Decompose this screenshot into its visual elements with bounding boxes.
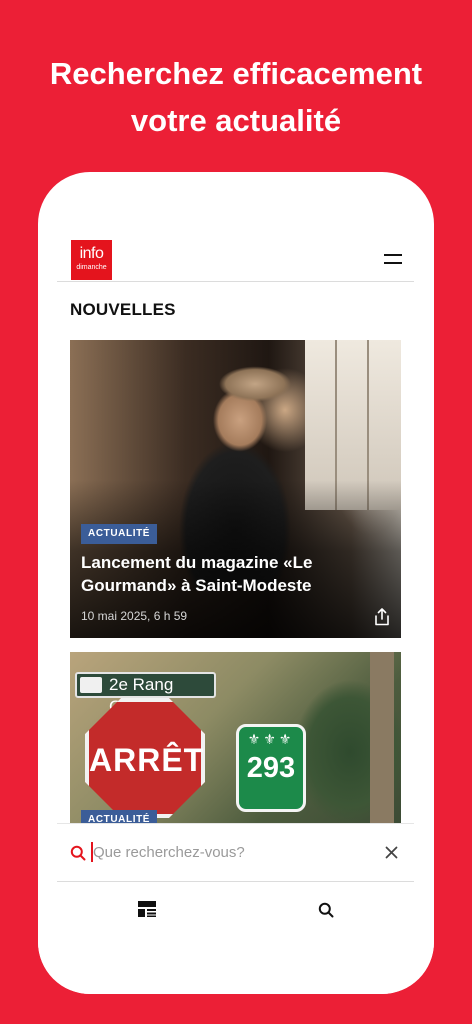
phone-frame: info dimanche NOUVELLES ACTUALITÉ Lancem… xyxy=(38,172,434,994)
search-tab-icon[interactable] xyxy=(318,902,334,918)
route-number: 293 xyxy=(246,752,296,784)
route-sign-image: ⚜⚜⚜ 293 xyxy=(236,724,306,812)
search-panel xyxy=(38,823,434,994)
search-input[interactable] xyxy=(93,838,353,866)
search-bar xyxy=(57,823,414,882)
street-sign-image: 2e Rang Centre xyxy=(75,672,216,716)
fleur-de-lis-icon: ⚜⚜⚜ xyxy=(247,731,295,747)
article-card[interactable]: ACTUALITÉ Lancement du magazine «Le Gour… xyxy=(70,340,401,638)
logo-text-sub: dimanche xyxy=(76,264,107,271)
category-badge[interactable]: ACTUALITÉ xyxy=(81,524,158,544)
menu-icon[interactable] xyxy=(384,254,402,264)
article-date: 10 mai 2025, 6 h 59 xyxy=(81,609,188,623)
logo-text-main: info xyxy=(79,245,104,262)
promo-headline: Recherchez efficacement votre actualité xyxy=(0,50,472,144)
app-header: info dimanche xyxy=(57,234,414,282)
promo-headline-line2: votre actualité xyxy=(130,103,342,138)
close-icon[interactable] xyxy=(385,846,398,859)
news-icon[interactable] xyxy=(138,901,156,917)
share-icon[interactable] xyxy=(374,608,390,626)
section-title: NOUVELLES xyxy=(70,300,176,319)
emblem-icon xyxy=(80,677,102,693)
article-card[interactable]: 2e Rang Centre ARRÊT ⚜⚜⚜ 293 ACTUALITÉ xyxy=(70,652,401,832)
promo-headline-line1: Recherchez efficacement xyxy=(49,56,423,91)
article-title[interactable]: Lancement du magazine «Le Gourmand» à Sa… xyxy=(81,551,381,597)
stop-sign-image: ARRÊT xyxy=(85,698,205,818)
info-dimanche-logo[interactable]: info dimanche xyxy=(71,240,112,280)
search-icon xyxy=(70,845,86,861)
